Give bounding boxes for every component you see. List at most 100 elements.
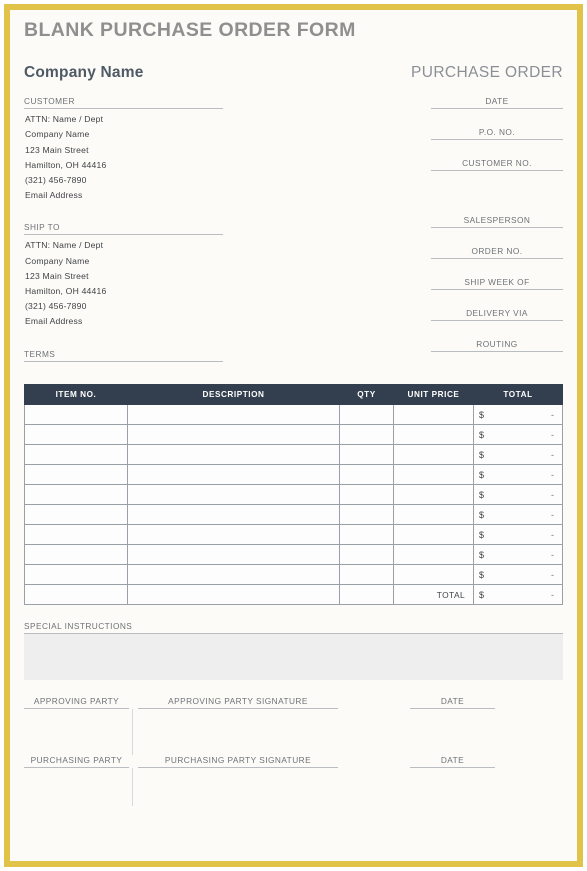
total-row-amount: $ - — [473, 584, 563, 605]
cell-unit-price-7[interactable] — [393, 544, 474, 565]
cell-total-1[interactable]: $ - — [473, 424, 563, 445]
customer-line-phone[interactable]: (321) 456-7890 — [24, 170, 223, 185]
field-salesperson-input[interactable] — [431, 227, 563, 228]
terms-rule[interactable] — [24, 361, 223, 363]
spacer-customer-shipto — [24, 200, 223, 222]
cell-unit-price-0[interactable] — [393, 404, 474, 425]
ship-to-line-company[interactable]: Company Name — [24, 250, 223, 266]
field-routing: ROUTING — [431, 339, 563, 352]
cell-item-no-5[interactable] — [24, 504, 128, 525]
customer-line-company[interactable]: Company Name — [24, 124, 223, 139]
cell-qty-6[interactable] — [339, 524, 394, 545]
column-header-unit-price: UNIT PRICE — [393, 384, 474, 405]
field-date-input[interactable] — [431, 108, 563, 109]
total-row-blank-description — [127, 584, 340, 605]
approving-party-date-label: DATE — [440, 696, 465, 706]
total-value: - — [551, 569, 554, 580]
ship-to-line-email[interactable]: Email Address — [24, 311, 223, 326]
table-row: $ - — [24, 564, 563, 585]
cell-unit-price-5[interactable] — [393, 504, 474, 525]
field-customer-no-input[interactable] — [431, 170, 563, 171]
special-instructions-input[interactable] — [24, 634, 563, 680]
ship-to-line-street[interactable]: 123 Main Street — [24, 266, 223, 281]
cell-description-7[interactable] — [127, 544, 340, 565]
currency-symbol: $ — [479, 409, 485, 420]
cell-unit-price-3[interactable] — [393, 464, 474, 485]
field-order-no-input[interactable] — [431, 258, 563, 259]
ship-to-line-phone[interactable]: (321) 456-7890 — [24, 296, 223, 311]
purchasing-party-label: PURCHASING PARTY — [30, 755, 123, 765]
ship-to-line-attn[interactable]: ATTN: Name / Dept — [24, 235, 223, 250]
currency-symbol: $ — [479, 449, 485, 460]
currency-symbol: $ — [479, 469, 485, 480]
customer-line-city[interactable]: Hamilton, OH 44416 — [24, 155, 223, 170]
cell-item-no-1[interactable] — [24, 424, 128, 445]
cell-unit-price-1[interactable] — [393, 424, 474, 445]
approving-party-label: APPROVING PARTY — [33, 696, 120, 706]
cell-item-no-4[interactable] — [24, 484, 128, 505]
cell-qty-5[interactable] — [339, 504, 394, 525]
total-row-blank-item — [24, 584, 128, 605]
cell-description-5[interactable] — [127, 504, 340, 525]
cell-unit-price-8[interactable] — [393, 564, 474, 585]
approving-party-field: APPROVING PARTY — [24, 696, 129, 709]
cell-qty-4[interactable] — [339, 484, 394, 505]
approving-party-row: APPROVING PARTY APPROVING PARTY SIGNATUR… — [24, 696, 563, 709]
cell-item-no-2[interactable] — [24, 444, 128, 465]
cell-item-no-8[interactable] — [24, 564, 128, 585]
page-title: BLANK PURCHASE ORDER FORM — [24, 19, 356, 41]
cell-description-8[interactable] — [127, 564, 340, 585]
ship-to-line-city[interactable]: Hamilton, OH 44416 — [24, 281, 223, 296]
currency-symbol: $ — [479, 529, 485, 540]
order-fields-column: DATE P.O. NO. CUSTOMER NO. SALESPERSON O… — [223, 96, 563, 370]
cell-description-2[interactable] — [127, 444, 340, 465]
cell-total-6[interactable]: $ - — [473, 524, 563, 545]
cell-qty-8[interactable] — [339, 564, 394, 585]
cell-total-7[interactable]: $ - — [473, 544, 563, 565]
customer-line-street[interactable]: 123 Main Street — [24, 139, 223, 155]
cell-item-no-3[interactable] — [24, 464, 128, 485]
cell-description-6[interactable] — [127, 524, 340, 545]
ship-to-block: SHIP TO ATTN: Name / Dept Company Name 1… — [24, 222, 223, 326]
cell-unit-price-4[interactable] — [393, 484, 474, 505]
cell-qty-2[interactable] — [339, 444, 394, 465]
approving-party-write-area — [24, 709, 563, 755]
total-row-label: TOTAL — [393, 584, 474, 605]
cell-unit-price-2[interactable] — [393, 444, 474, 465]
field-routing-input[interactable] — [431, 351, 563, 352]
table-row: $ - — [24, 524, 563, 545]
cell-qty-7[interactable] — [339, 544, 394, 565]
cell-total-3[interactable]: $ - — [473, 464, 563, 485]
cell-total-8[interactable]: $ - — [473, 564, 563, 585]
cell-item-no-7[interactable] — [24, 544, 128, 565]
table-row: $ - — [24, 444, 563, 465]
cell-item-no-0[interactable] — [24, 404, 128, 425]
field-delivery-via-input[interactable] — [431, 320, 563, 321]
field-po-no-label: P.O. NO. — [478, 127, 516, 137]
cell-total-5[interactable]: $ - — [473, 504, 563, 525]
purchasing-party-field: PURCHASING PARTY — [24, 755, 129, 768]
cell-description-0[interactable] — [127, 404, 340, 425]
currency-symbol: $ — [479, 549, 485, 560]
cell-qty-1[interactable] — [339, 424, 394, 445]
purchasing-party-divider — [132, 768, 133, 806]
cell-description-3[interactable] — [127, 464, 340, 485]
page-content: BLANK PURCHASE ORDER FORM Company Name P… — [10, 10, 577, 861]
customer-label: CUSTOMER — [24, 96, 75, 106]
cell-description-1[interactable] — [127, 424, 340, 445]
field-po-no-input[interactable] — [431, 139, 563, 140]
cell-item-no-6[interactable] — [24, 524, 128, 545]
cell-total-4[interactable]: $ - — [473, 484, 563, 505]
cell-description-4[interactable] — [127, 484, 340, 505]
cell-unit-price-6[interactable] — [393, 524, 474, 545]
table-row: $ - — [24, 464, 563, 485]
items-table-body: $ - $ - $ - $ - $ - $ - $ - $ - $ - TOTAL $ - — [24, 404, 563, 605]
field-ship-week-of-input[interactable] — [431, 289, 563, 290]
cell-qty-0[interactable] — [339, 404, 394, 425]
cell-qty-3[interactable] — [339, 464, 394, 485]
purchasing-party-date-label: DATE — [440, 755, 465, 765]
cell-total-0[interactable]: $ - — [473, 404, 563, 425]
customer-line-email[interactable]: Email Address — [24, 185, 223, 200]
cell-total-2[interactable]: $ - — [473, 444, 563, 465]
customer-line-attn[interactable]: ATTN: Name / Dept — [24, 109, 223, 124]
